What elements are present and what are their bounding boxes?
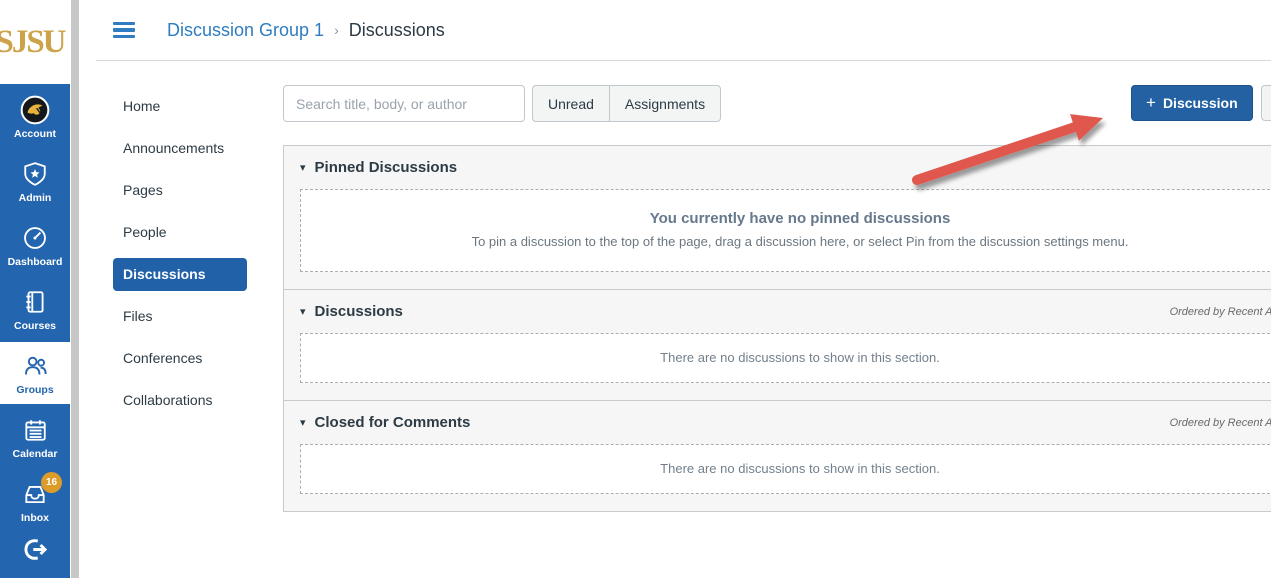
- sidebar-item-label: Inbox: [21, 512, 49, 524]
- pinned-discussions-section: ▾ Pinned Discussions You currently have …: [284, 146, 1271, 289]
- course-nav-collaborations[interactable]: Collaborations: [113, 384, 273, 417]
- collapse-triangle-icon[interactable]: ▾: [300, 161, 306, 174]
- window-divider: [71, 0, 79, 578]
- groups-icon: [20, 351, 50, 381]
- search-input[interactable]: [283, 85, 525, 122]
- pinned-empty-title: You currently have no pinned discussions: [311, 210, 1271, 227]
- add-discussion-button[interactable]: + Discussion: [1131, 85, 1253, 121]
- sjsu-logo[interactable]: SJSU: [0, 0, 70, 84]
- closed-empty-dropzone[interactable]: There are no discussions to show in this…: [300, 444, 1271, 494]
- course-nav-discussions[interactable]: Discussions: [113, 258, 247, 291]
- sidebar-item-inbox[interactable]: 16 Inbox: [0, 470, 70, 532]
- course-nav-pages[interactable]: Pages: [113, 174, 273, 207]
- unread-filter-button[interactable]: Unread: [532, 85, 609, 122]
- closed-for-comments-section: ▾ Closed for Comments Ordered by Recent …: [284, 400, 1271, 511]
- ordered-by-label: Ordered by Recent Activity: [1170, 306, 1271, 318]
- course-nav-announcements[interactable]: Announcements: [113, 132, 273, 165]
- discussions-main: Unread Assignments + Discussion: [283, 85, 1271, 512]
- collapse-triangle-icon[interactable]: ▾: [300, 305, 306, 318]
- sidebar-item-label: Account: [14, 128, 56, 140]
- sidebar-item-calendar[interactable]: Calendar: [0, 406, 70, 468]
- sjsu-logo-text: SJSU: [0, 24, 65, 61]
- discussions-toolbar: Unread Assignments + Discussion: [283, 85, 1271, 122]
- closed-empty-text: There are no discussions to show in this…: [311, 461, 1271, 476]
- collapse-triangle-icon[interactable]: ▾: [300, 416, 306, 429]
- sidebar-item-courses[interactable]: Courses: [0, 278, 70, 340]
- page-header: Discussion Group 1 › Discussions: [96, 0, 1271, 61]
- sidebar-item-dashboard[interactable]: Dashboard: [0, 214, 70, 276]
- inbox-unread-badge: 16: [41, 472, 62, 493]
- pinned-empty-dropzone[interactable]: You currently have no pinned discussions…: [300, 189, 1271, 272]
- sidebar-item-groups[interactable]: Groups: [0, 342, 70, 404]
- sidebar-item-label: Groups: [16, 384, 53, 396]
- discussions-section: ▾ Discussions Ordered by Recent Activity…: [284, 289, 1271, 400]
- breadcrumb-current: Discussions: [349, 20, 445, 41]
- sidebar-item-admin[interactable]: Admin: [0, 150, 70, 212]
- section-title: Discussions: [315, 303, 403, 320]
- gauge-icon: [20, 223, 50, 253]
- logout-button[interactable]: [0, 532, 70, 572]
- ordered-by-label: Ordered by Recent Activity: [1170, 417, 1271, 429]
- discussions-empty-dropzone[interactable]: There are no discussions to show in this…: [300, 333, 1271, 383]
- global-nav: Account Admin Dashboard: [0, 84, 70, 578]
- toolbar-actions: + Discussion: [1131, 85, 1271, 121]
- sidebar-item-label: Courses: [14, 320, 56, 332]
- shield-star-icon: [20, 159, 50, 189]
- book-icon: [20, 287, 50, 317]
- logout-arrow-icon: [22, 536, 49, 568]
- global-sidebar: SJSU Account Admin: [0, 0, 70, 578]
- course-navigation: Home Announcements Pages People Discussi…: [113, 90, 273, 426]
- breadcrumb-separator: ›: [334, 22, 339, 38]
- course-nav-conferences[interactable]: Conferences: [113, 342, 273, 375]
- course-nav-files[interactable]: Files: [113, 300, 273, 333]
- inbox-icon: 16: [20, 479, 50, 509]
- sidebar-item-account[interactable]: Account: [0, 86, 70, 148]
- discussions-panel: ▾ Pinned Discussions You currently have …: [283, 145, 1271, 512]
- settings-button[interactable]: [1261, 85, 1271, 121]
- sidebar-item-label: Calendar: [13, 448, 58, 460]
- calendar-icon: [20, 415, 50, 445]
- course-nav-people[interactable]: People: [113, 216, 273, 249]
- plus-icon: +: [1146, 93, 1156, 113]
- breadcrumb: Discussion Group 1 › Discussions: [167, 20, 445, 41]
- course-nav-home[interactable]: Home: [113, 90, 273, 123]
- section-title: Closed for Comments: [315, 414, 471, 431]
- section-title: Pinned Discussions: [315, 159, 458, 176]
- pinned-empty-hint: To pin a discussion to the top of the pa…: [311, 234, 1271, 249]
- breadcrumb-course-link[interactable]: Discussion Group 1: [167, 20, 324, 41]
- account-avatar: [20, 95, 50, 125]
- sidebar-item-label: Admin: [19, 192, 52, 204]
- discussions-empty-text: There are no discussions to show in this…: [311, 350, 1271, 365]
- assignments-filter-button[interactable]: Assignments: [609, 85, 721, 122]
- filter-button-group: Unread Assignments: [532, 85, 721, 122]
- hamburger-menu-icon[interactable]: [113, 22, 135, 39]
- sidebar-item-label: Dashboard: [8, 256, 63, 268]
